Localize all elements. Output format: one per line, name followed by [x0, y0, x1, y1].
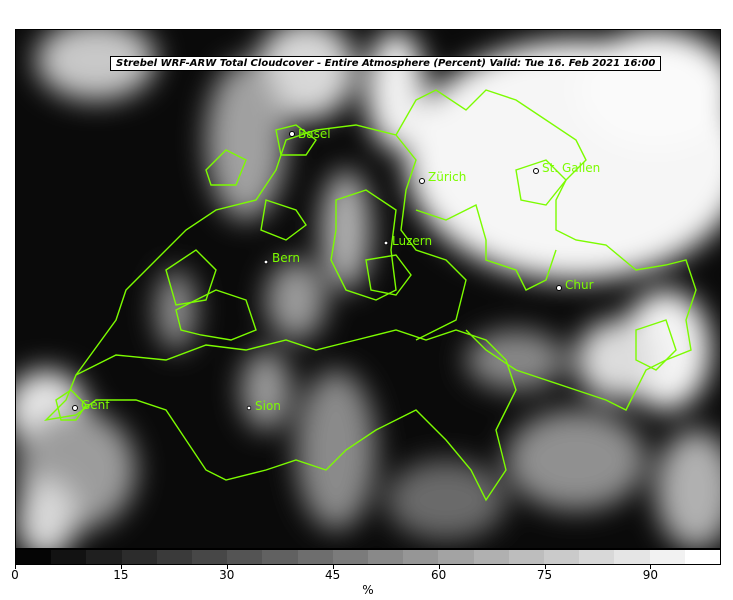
- colorbar-tick-label: 60: [430, 568, 447, 582]
- city-marker-zurich: [419, 178, 425, 184]
- city-marker-bern: [263, 259, 269, 265]
- colorbar-segment: [332, 550, 369, 564]
- colorbar-segment: [649, 550, 685, 564]
- colorbar-segment: [684, 550, 721, 564]
- city-label-st-gallen: St. Gallen: [542, 161, 600, 175]
- city-marker-basel: [289, 131, 295, 137]
- colorbar-segment: [16, 550, 52, 564]
- city-label-basel: Basel: [298, 127, 331, 141]
- map-title: Strebel WRF-ARW Total Cloudcover - Entir…: [110, 56, 662, 71]
- colorbar-segment: [508, 550, 545, 564]
- colorbar-segment: [473, 550, 509, 564]
- colorbar-segment: [544, 550, 580, 564]
- colorbar-segment: [192, 550, 228, 564]
- colorbar-segment: [614, 550, 650, 564]
- colorbar-segment: [51, 550, 87, 564]
- colorbar-tick-label: 45: [325, 568, 341, 582]
- colorbar-tick-label: 75: [536, 568, 553, 582]
- city-label-bern: Bern: [272, 251, 300, 265]
- city-label-chur: Chur: [565, 278, 594, 292]
- colorbar: [15, 549, 721, 565]
- city-marker-st-gallen: [533, 168, 539, 174]
- colorbar-tick-label: 15: [113, 568, 129, 582]
- city-marker-luzern: [383, 240, 389, 246]
- colorbar-unit-label: %: [362, 583, 374, 597]
- colorbar-segment: [262, 550, 298, 564]
- colorbar-tick-label: 30: [219, 568, 235, 582]
- colorbar-segment: [579, 550, 615, 564]
- colorbar-segment: [156, 550, 193, 564]
- colorbar-segment: [121, 550, 157, 564]
- colorbar-segment: [227, 550, 263, 564]
- city-marker-chur: [556, 285, 562, 291]
- city-marker-sion: [246, 405, 252, 411]
- city-label-sion: Sion: [255, 399, 281, 413]
- colorbar-segment: [403, 550, 439, 564]
- colorbar-tick-label: 90: [642, 568, 659, 582]
- colorbar-segment: [368, 550, 404, 564]
- city-label-luzern: Luzern: [392, 234, 432, 248]
- city-label-genf: Genf: [81, 398, 110, 412]
- colorbar-tick-label: 0: [11, 568, 19, 582]
- city-label-zurich: Zürich: [428, 170, 466, 184]
- cloudcover-map: Basel Zürich St. Gallen Luzern Bern Chur…: [15, 29, 721, 549]
- colorbar-segment: [297, 550, 333, 564]
- colorbar-segment: [438, 550, 474, 564]
- city-marker-genf: [72, 405, 78, 411]
- colorbar-segment: [86, 550, 122, 564]
